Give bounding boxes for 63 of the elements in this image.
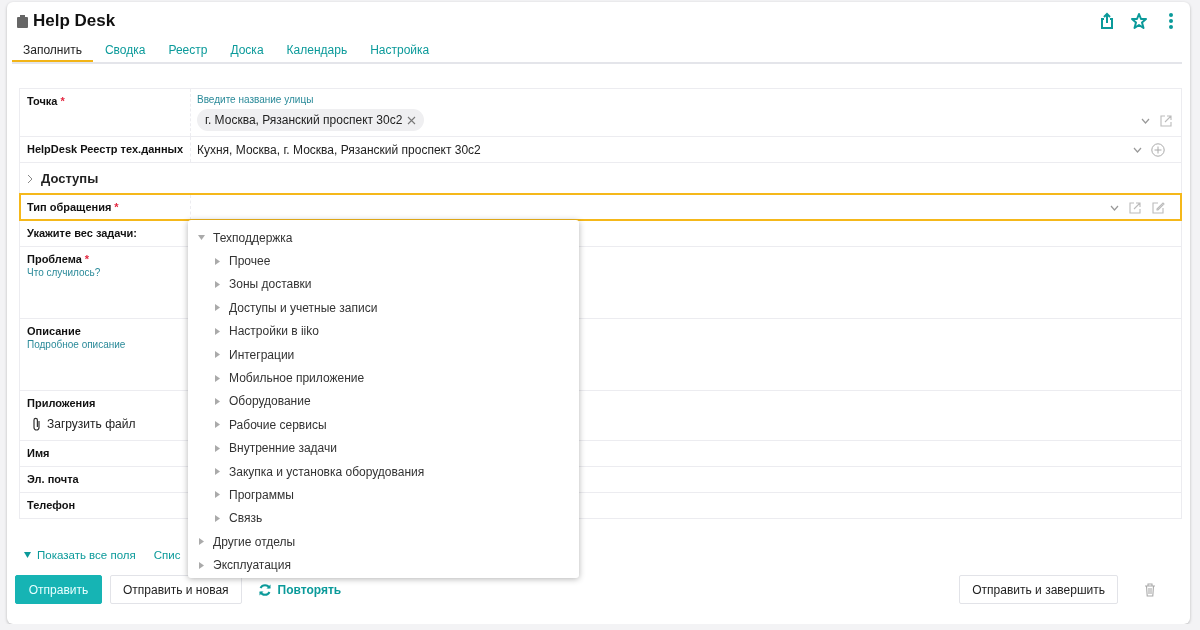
tree-item[interactable]: Программы (188, 483, 579, 507)
add-icon[interactable] (1151, 142, 1165, 157)
tree-item[interactable]: Доступы и учетные записи (188, 296, 579, 320)
tree-item[interactable]: Связь (188, 506, 579, 531)
tree-item[interactable]: Оборудование (188, 389, 579, 414)
tab[interactable]: Настройка (359, 40, 441, 62)
external-link-icon[interactable] (1159, 114, 1173, 128)
tree-item[interactable]: Эксплуатация (188, 553, 579, 577)
select-field[interactable]: Тип обращения * (20, 194, 1181, 220)
chip-text: г. Москва, Рязанский проспект 30с2 (205, 113, 403, 127)
tree-item[interactable]: Внутренние задачи (188, 436, 579, 460)
edit-icon[interactable] (1151, 200, 1165, 215)
tree-item[interactable]: Прочее (188, 249, 579, 273)
required-mark: * (114, 201, 119, 213)
chevron-down-icon[interactable] (1133, 146, 1142, 153)
close-icon[interactable] (407, 115, 417, 125)
tree-item[interactable]: Закупка и установка оборудования (188, 459, 579, 484)
tree-item[interactable]: Другие отделы (188, 530, 579, 554)
field-label: Эл. почта (27, 473, 80, 485)
tree-item[interactable]: Мобильное приложение (188, 366, 579, 390)
tree-item[interactable]: Интеграции (188, 342, 579, 367)
paperclip-icon (32, 417, 41, 431)
tree-item[interactable]: Настройки в iiko (188, 319, 579, 343)
field-hint: Что случилось? (27, 267, 102, 278)
refresh-icon (257, 582, 272, 597)
toggle-link[interactable]: Спис (153, 549, 181, 561)
share-icon[interactable] (1098, 12, 1116, 30)
address-chip[interactable]: г. Москва, Рязанский проспект 30с2 (197, 109, 425, 131)
field-label: Описание (27, 325, 82, 337)
required-mark: * (84, 253, 90, 265)
field-label: Точка * (27, 95, 66, 107)
clipboard-icon (17, 14, 28, 28)
tab[interactable]: Сводка (93, 40, 157, 62)
app-title: Help Desk (33, 11, 116, 31)
upload-link[interactable]: Загрузить файл (32, 417, 136, 431)
tree-item[interactable]: Рабочие сервисы (188, 413, 579, 437)
field-value: Кухня, Москва, г. Москва, Рязанский проспект 30с2 (197, 142, 482, 157)
required-mark: * (60, 95, 65, 107)
chevron-right-icon[interactable] (27, 173, 33, 184)
field-label: Тип обращения * (27, 201, 120, 213)
tab[interactable]: Заполнить (12, 40, 93, 62)
tab[interactable]: Календарь (275, 40, 359, 62)
tree-item[interactable]: Техподдержка (188, 226, 579, 250)
external-link-icon[interactable] (1128, 200, 1142, 215)
tab[interactable]: Реестр (157, 40, 219, 62)
tab[interactable]: Доска (219, 40, 275, 62)
field-label: Приложения (27, 397, 97, 409)
field-label: Имя (27, 447, 51, 459)
submit-button[interactable]: Отправить и завершить (959, 575, 1118, 604)
field-label: Проблема * (27, 253, 91, 265)
submit-button[interactable]: Отправить и новая (110, 575, 242, 604)
field-label: Укажите вес задачи: (27, 227, 138, 239)
toggle-link[interactable]: Показать все поля (24, 549, 136, 561)
trash-icon[interactable] (1144, 582, 1156, 597)
chevron-down-icon[interactable] (1110, 204, 1119, 211)
section-title: Доступы (41, 171, 99, 186)
star-icon[interactable] (1130, 12, 1148, 30)
field-hint: Введите название улицы (197, 94, 315, 105)
tree-item[interactable]: Зоны доставки (188, 272, 579, 297)
field-hint: Подробное описание (27, 339, 127, 350)
field-label: Телефон (27, 499, 77, 511)
chevron-down-icon[interactable] (1141, 118, 1150, 124)
field-label: HelpDesk Реестр тех.данных (27, 143, 185, 155)
